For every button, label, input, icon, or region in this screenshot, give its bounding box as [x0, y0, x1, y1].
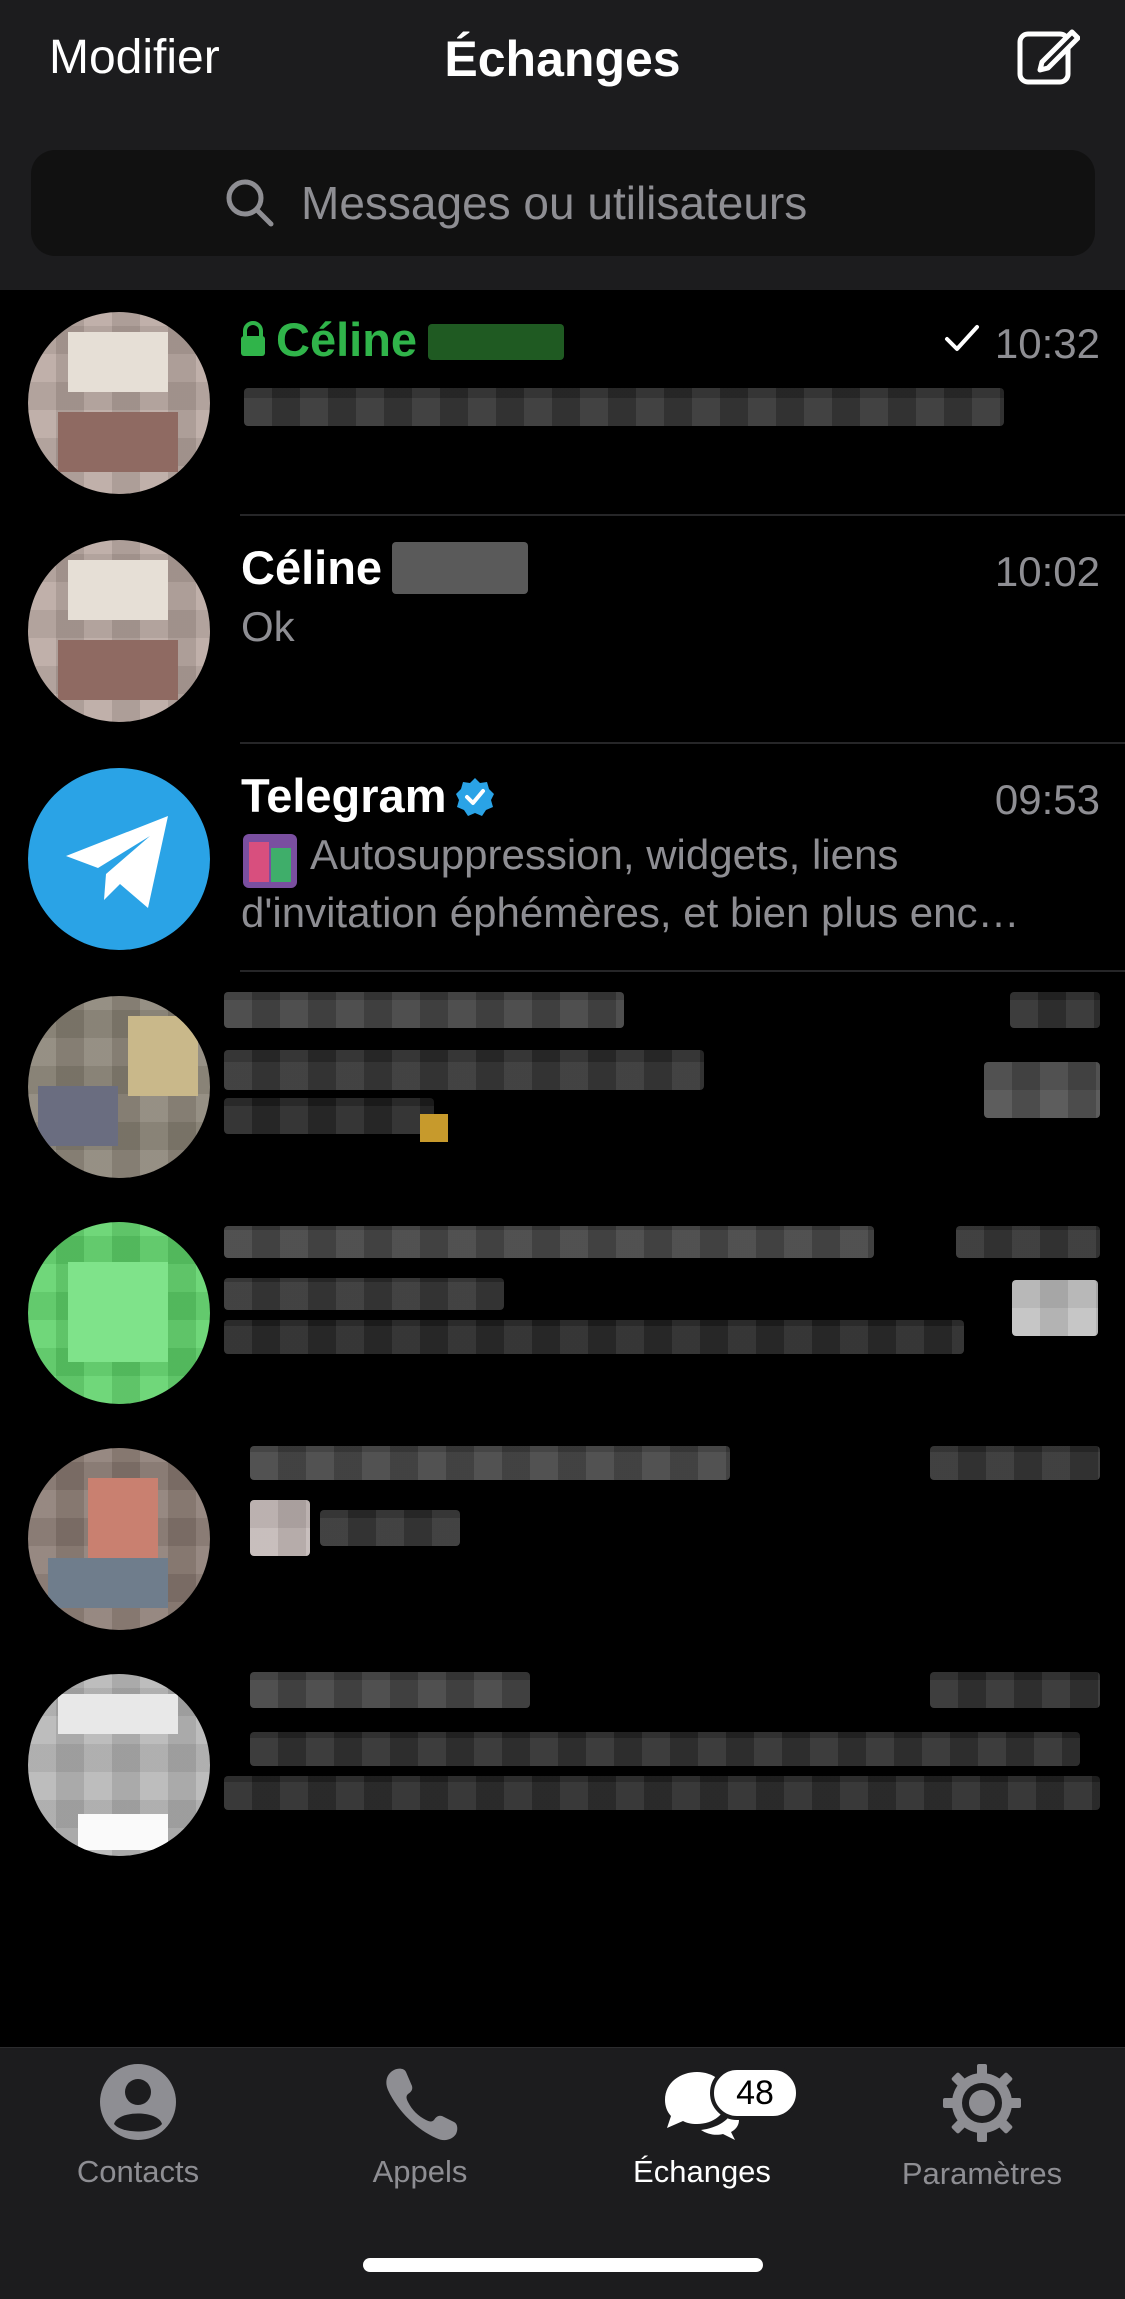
chat-name: Céline — [241, 541, 383, 594]
chat-time: 10:32 — [994, 320, 1100, 367]
redacted-time — [956, 1226, 1100, 1258]
home-indicator — [363, 2258, 763, 2272]
chat-row-redacted[interactable] — [0, 1652, 1125, 1878]
chat-preview-line1: Autosuppression, widgets, liens — [310, 831, 899, 878]
redacted-name — [224, 992, 624, 1028]
redacted-time — [930, 1672, 1100, 1708]
chat-time: 09:53 — [994, 776, 1100, 823]
search-icon — [226, 179, 274, 227]
redacted-time — [930, 1446, 1100, 1480]
redacted-emoji — [250, 1500, 310, 1556]
media-thumbnail — [243, 834, 297, 888]
tab-label: Appels — [372, 2154, 468, 2189]
redacted-preview — [320, 1510, 460, 1546]
avatar — [28, 1674, 210, 1856]
chat-row-redacted[interactable] — [0, 1426, 1125, 1652]
verified-badge-icon — [456, 778, 494, 816]
chat-row-celine[interactable]: Céline 10:02 Ok — [0, 518, 1125, 744]
avatar — [28, 540, 210, 722]
tab-label: Échanges — [633, 2154, 771, 2189]
separator — [240, 742, 1125, 744]
redacted-preview — [224, 1098, 434, 1134]
chat-time: 10:02 — [994, 548, 1100, 595]
search-input[interactable] — [299, 175, 903, 231]
redacted-preview — [224, 1278, 504, 1310]
tab-label: Contacts — [76, 2154, 200, 2189]
chat-row-secret-celine[interactable]: Céline 10:32 — [0, 290, 1125, 516]
chat-row-redacted[interactable] — [0, 1200, 1125, 1426]
redacted-name — [392, 542, 528, 594]
chat-name: Telegram — [241, 769, 447, 822]
page-title: Échanges — [444, 31, 681, 87]
navigation-header: Modifier Échanges — [0, 0, 1125, 290]
avatar — [28, 1222, 210, 1404]
redacted-preview — [250, 1732, 1080, 1766]
redacted-name — [428, 324, 564, 360]
redacted-preview — [224, 1776, 1100, 1810]
redacted-name — [250, 1672, 530, 1708]
separator — [240, 970, 1125, 972]
redacted-preview — [224, 1320, 964, 1354]
chat-row-redacted[interactable] — [0, 974, 1125, 1200]
redacted-badge — [984, 1062, 1100, 1118]
read-check-icon — [945, 325, 979, 351]
chat-preview-line2: d'invitation éphémères, et bien plus enc… — [241, 889, 1020, 936]
phone-icon — [386, 2068, 458, 2141]
redacted-preview — [224, 1050, 704, 1090]
tab-contacts[interactable]: Contacts — [28, 2062, 248, 2190]
chat-name: Céline — [276, 313, 418, 366]
redacted-badge — [1012, 1280, 1098, 1336]
redacted-time — [1010, 992, 1100, 1028]
tab-label: Paramètres — [901, 2156, 1063, 2191]
chat-row-telegram[interactable]: Telegram 09:53 Autosuppression, widgets,… — [0, 746, 1125, 972]
unread-badge: 48 — [710, 2066, 800, 2120]
lock-icon — [241, 321, 265, 356]
chat-preview: Ok — [241, 603, 295, 650]
avatar — [28, 312, 210, 494]
tab-chats[interactable]: 48 Échanges — [592, 2062, 812, 2190]
redacted-name — [250, 1446, 730, 1480]
person-circle-icon — [100, 2064, 176, 2140]
tab-calls[interactable]: Appels — [310, 2062, 530, 2190]
compose-icon[interactable] — [1016, 24, 1080, 88]
redacted-name — [224, 1226, 874, 1258]
avatar — [28, 1448, 210, 1630]
telegram-avatar-icon — [28, 768, 210, 950]
search-bar[interactable] — [31, 150, 1095, 256]
separator — [240, 514, 1125, 516]
tab-settings[interactable]: Paramètres — [872, 2062, 1092, 2192]
redacted-emoji — [420, 1114, 448, 1142]
redacted-preview — [244, 388, 1004, 426]
avatar — [28, 996, 210, 1178]
gear-icon — [943, 2064, 1021, 2142]
